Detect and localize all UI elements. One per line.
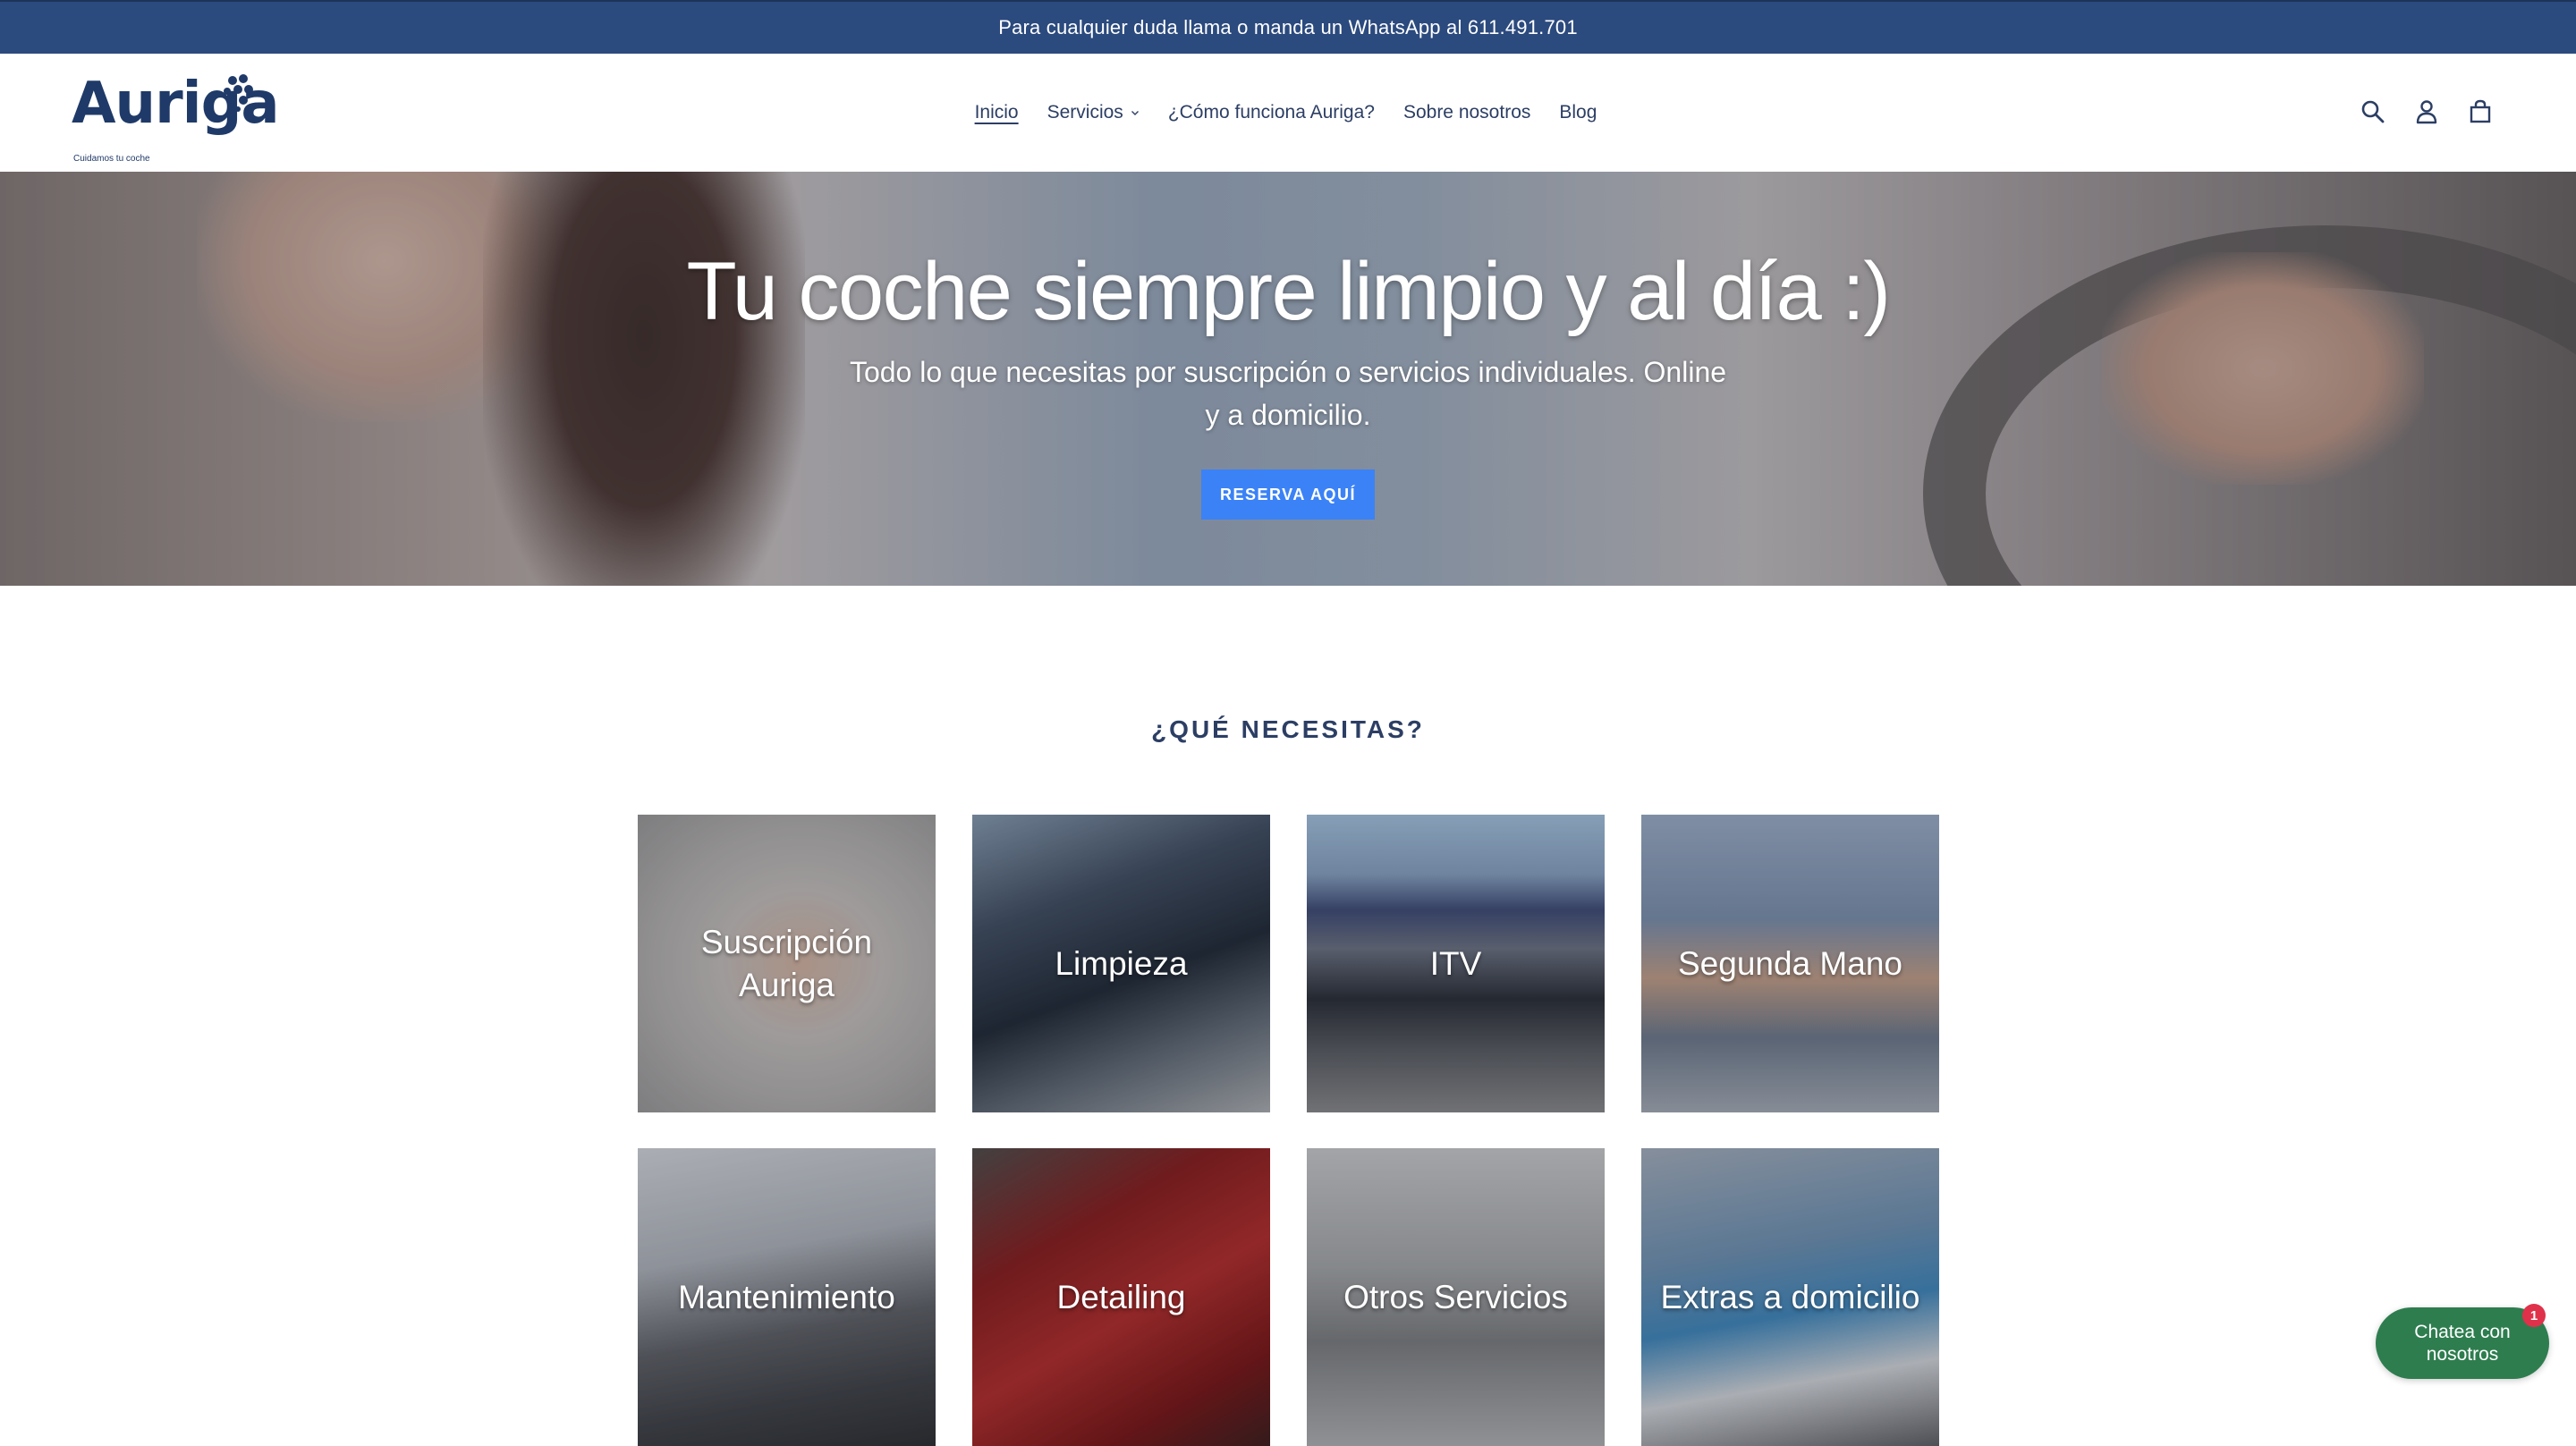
logo-tagline: Cuidamos tu coche: [73, 154, 150, 164]
nav-label: Blog: [1559, 102, 1597, 123]
chat-notification-badge: 1: [2522, 1304, 2546, 1327]
logo[interactable]: Auriga Cuidamos tu coche: [72, 73, 280, 164]
account-icon[interactable]: [2413, 98, 2440, 125]
services-grid: Suscripción Auriga Limpieza ITV Segunda …: [638, 815, 1939, 1446]
card-label: Extras a domicilio: [1660, 1278, 1920, 1315]
search-icon[interactable]: [2360, 98, 2386, 125]
nav-label: Servicios: [1046, 102, 1123, 123]
nav-item-sobre-nosotros[interactable]: Sobre nosotros: [1403, 102, 1530, 123]
nav-item-inicio[interactable]: Inicio: [975, 102, 1019, 123]
nav-item-servicios[interactable]: Servicios: [1047, 102, 1140, 123]
announcement-text: Para cualquier duda llama o manda un Wha…: [998, 16, 1578, 38]
card-otros-servicios[interactable]: Otros Servicios: [1307, 1148, 1605, 1446]
header-icons: [2360, 98, 2494, 125]
card-label: Suscripción Auriga: [700, 923, 873, 1003]
card-label: Mantenimiento: [678, 1278, 895, 1315]
logo-dots-icon: [224, 74, 253, 112]
hero-content: Tu coche siempre limpio y al día :) Todo…: [0, 172, 2576, 586]
card-label: ITV: [1429, 944, 1482, 982]
main-nav: Inicio Servicios ¿Cómo funciona Auriga? …: [0, 54, 2576, 172]
reserva-button[interactable]: RESERVA AQUÍ: [1201, 469, 1375, 520]
card-label: Segunda Mano: [1678, 944, 1902, 982]
card-suscripcion[interactable]: Suscripción Auriga: [638, 815, 936, 1112]
section-title: ¿QUÉ NECESITAS?: [1151, 715, 1425, 743]
card-itv[interactable]: ITV: [1307, 815, 1605, 1112]
card-extras-domicilio[interactable]: Extras a domicilio: [1641, 1148, 1939, 1446]
chat-label: Chatea con nosotros: [2414, 1322, 2511, 1365]
card-label: Otros Servicios: [1343, 1278, 1568, 1315]
card-limpieza[interactable]: Limpieza: [972, 815, 1270, 1112]
card-mantenimiento[interactable]: Mantenimiento: [638, 1148, 936, 1446]
nav-item-como-funciona[interactable]: ¿Cómo funciona Auriga?: [1168, 102, 1375, 123]
hero-banner: Tu coche siempre limpio y al día :) Todo…: [0, 172, 2576, 586]
site-header: Auriga Cuidamos tu coche Inicio Servicio…: [0, 54, 2576, 173]
hero-title: Tu coche siempre limpio y al día :): [686, 246, 1891, 337]
cart-icon[interactable]: [2467, 98, 2494, 125]
nav-label: Sobre nosotros: [1402, 102, 1531, 123]
card-label: Detailing: [1056, 1278, 1186, 1315]
nav-label: ¿Cómo funciona Auriga?: [1167, 102, 1375, 123]
card-segunda-mano[interactable]: Segunda Mano: [1641, 815, 1939, 1112]
card-detailing[interactable]: Detailing: [972, 1148, 1270, 1446]
nav-label: Inicio: [974, 102, 1019, 123]
hero-subtitle: Todo lo que necesitas por suscripción o …: [849, 356, 1727, 431]
nav-item-blog[interactable]: Blog: [1559, 102, 1597, 123]
announcement-bar: Para cualquier duda llama o manda un Wha…: [0, 0, 2576, 54]
card-label: Limpieza: [1055, 944, 1188, 982]
chevron-down-icon: [1131, 111, 1139, 115]
